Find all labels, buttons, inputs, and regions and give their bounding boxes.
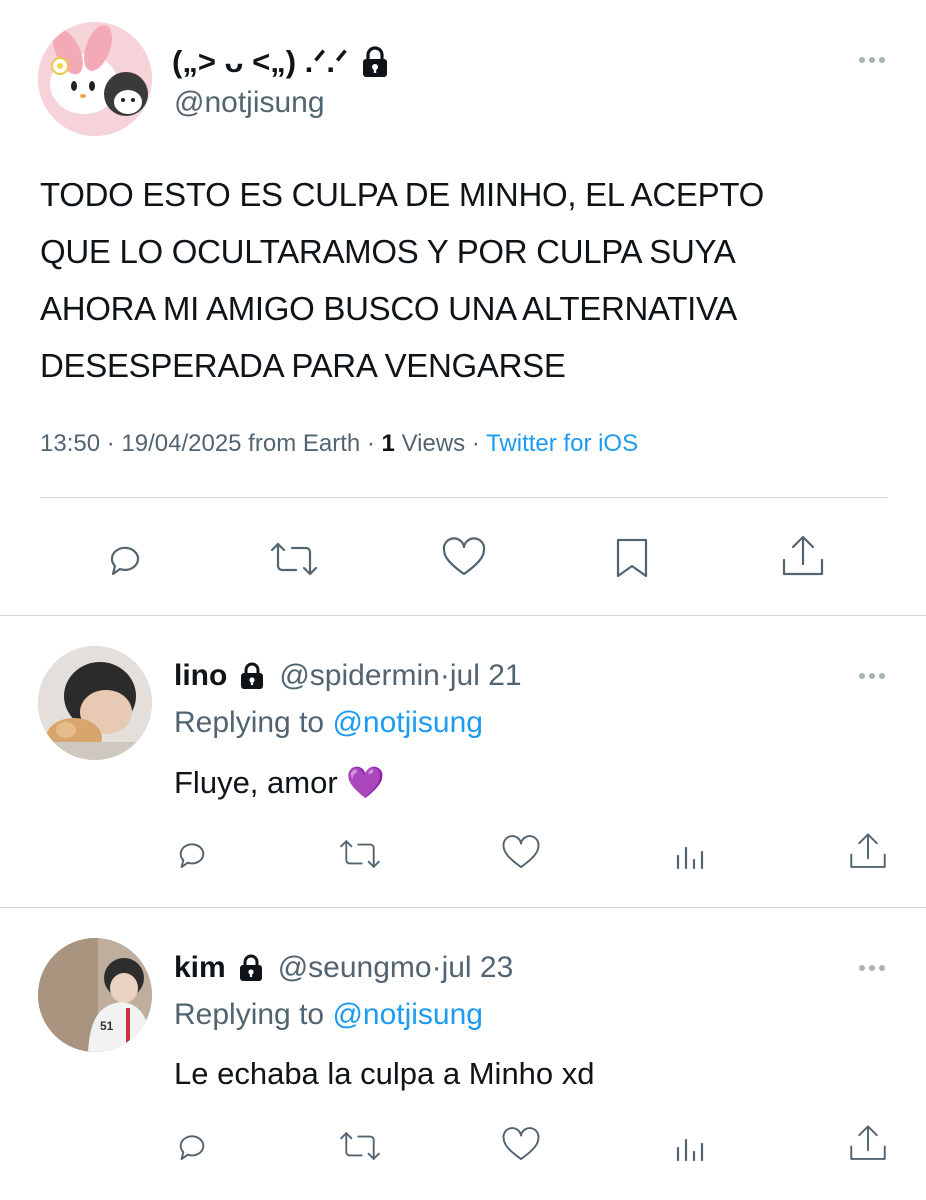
main-display-name[interactable]: („> ᴗ <„) .ᐟ.ᐟ: [172, 44, 348, 80]
reply-date[interactable]: jul 21: [450, 659, 522, 693]
reply-avatar[interactable]: [38, 646, 152, 760]
main-tweet-text: TODO ESTO ES CULPA DE MINHO, EL ACEPTO Q…: [40, 166, 764, 394]
reply-header: lino @spidermin · jul 21: [174, 656, 522, 696]
retweet-icon[interactable]: [266, 536, 322, 582]
share-icon[interactable]: [846, 830, 890, 874]
replying-to-line: Replying to @notjisung: [174, 706, 483, 740]
meta-divider: [40, 497, 888, 498]
tweet-text-line: AHORA MI AMIGO BUSCO UNA ALTERNATIVA: [40, 290, 738, 327]
replying-to-handle[interactable]: @notjisung: [332, 998, 483, 1031]
reply-icon[interactable]: [102, 536, 148, 582]
retweet-icon[interactable]: [336, 834, 384, 874]
lock-icon: [238, 953, 264, 983]
meta-separator: ·: [100, 430, 122, 457]
reply-display-name[interactable]: kim: [174, 951, 226, 985]
avatar-image: [38, 22, 152, 136]
views-count: 1: [381, 430, 395, 457]
tweet-location: from Earth: [241, 430, 361, 457]
meta-separator: ·: [465, 430, 487, 457]
bookmark-icon[interactable]: [610, 536, 654, 582]
share-icon[interactable]: [778, 532, 828, 582]
tweet-client-link[interactable]: Twitter for iOS: [486, 430, 638, 457]
reply-handle[interactable]: @spidermin: [279, 659, 440, 693]
more-icon[interactable]: [852, 666, 892, 686]
main-tweet: („> ᴗ <„) .ᐟ.ᐟ @notjisung TODO ESTO ES C…: [0, 0, 926, 616]
like-icon[interactable]: [440, 536, 488, 582]
replying-to-label: Replying to: [174, 998, 333, 1031]
more-icon[interactable]: [852, 958, 892, 978]
main-handle[interactable]: @notjisung: [174, 86, 325, 120]
reply-separator: ·: [431, 951, 442, 984]
main-avatar[interactable]: [38, 22, 152, 136]
tweet-text-line: QUE LO OCULTARAMOS Y POR CULPA SUYA: [40, 233, 736, 270]
reply-text: Fluye, amor 💜: [174, 765, 385, 800]
replying-to-label: Replying to: [174, 706, 333, 739]
reply-date[interactable]: jul 23: [442, 951, 514, 985]
reply-tweet[interactable]: 51 kim @seungmo · jul 23 Replying to @no…: [0, 908, 926, 1200]
avatar-image: [38, 646, 152, 760]
reply-separator: ·: [439, 659, 450, 692]
retweet-icon[interactable]: [336, 1126, 384, 1166]
svg-text:51: 51: [100, 1019, 114, 1033]
reply-handle[interactable]: @seungmo: [278, 951, 432, 985]
replying-to-line: Replying to @notjisung: [174, 998, 483, 1032]
lock-icon: [239, 661, 265, 691]
more-icon[interactable]: [852, 50, 892, 70]
reply-icon[interactable]: [172, 1126, 212, 1166]
reply-tweet[interactable]: lino @spidermin · jul 21 Replying to @no…: [0, 616, 926, 908]
like-icon[interactable]: [500, 1126, 542, 1166]
reply-display-name[interactable]: lino: [174, 659, 227, 693]
main-display-name-row: („> ᴗ <„) .ᐟ.ᐟ: [172, 40, 390, 84]
views-label: Views: [394, 430, 466, 457]
lock-icon: [360, 45, 390, 79]
like-icon[interactable]: [500, 834, 542, 874]
share-icon[interactable]: [846, 1122, 890, 1166]
reply-avatar[interactable]: 51: [38, 938, 152, 1052]
reply-icon[interactable]: [172, 834, 212, 874]
reply-header: kim @seungmo · jul 23: [174, 948, 513, 988]
tweet-text-line: TODO ESTO ES CULPA DE MINHO, EL ACEPTO: [40, 176, 764, 213]
analytics-icon[interactable]: [672, 1130, 708, 1166]
analytics-icon[interactable]: [672, 838, 708, 874]
meta-separator: ·: [360, 430, 382, 457]
tweet-meta: 13:50 · 19/04/2025 from Earth · 1 Views …: [40, 430, 638, 458]
tweet-date: 19/04/2025: [121, 430, 242, 457]
avatar-image: 51: [38, 938, 152, 1052]
tweet-text-line: DESESPERADA PARA VENGARSE: [40, 347, 566, 384]
reply-text: Le echaba la culpa a Minho xd: [174, 1056, 595, 1091]
tweet-time: 13:50: [40, 430, 101, 457]
replying-to-handle[interactable]: @notjisung: [332, 706, 483, 739]
